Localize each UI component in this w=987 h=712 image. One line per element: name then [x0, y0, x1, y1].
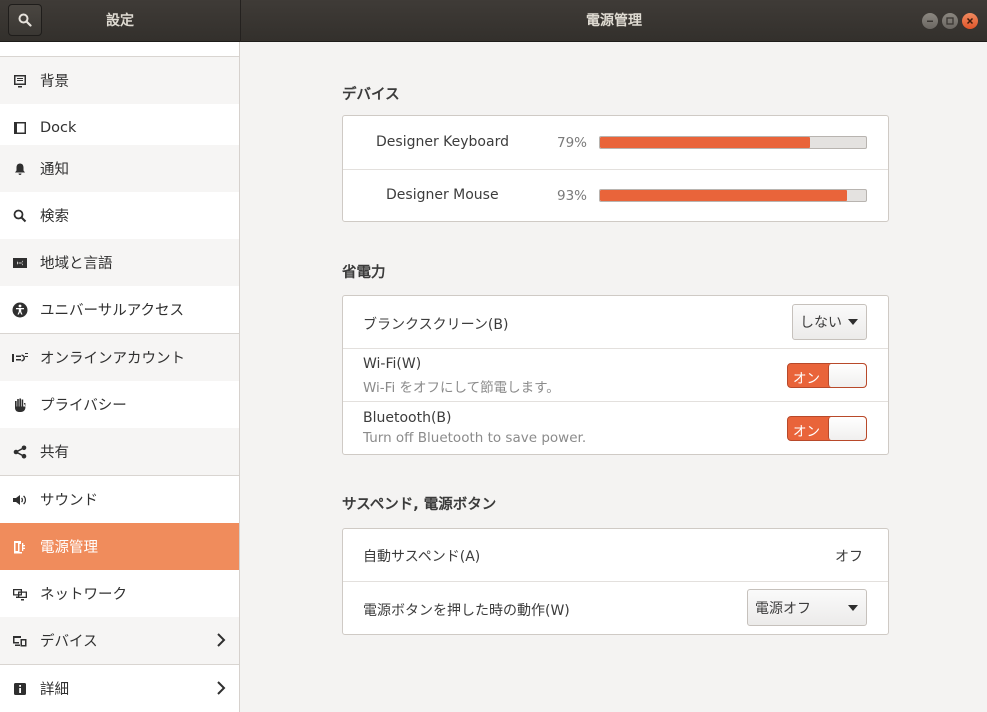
- sidebar-item-label: 背景: [40, 74, 69, 90]
- region-icon: [11, 254, 29, 272]
- sidebar-item-details[interactable]: 詳細: [0, 665, 239, 712]
- privacy-hand-icon: [11, 396, 29, 414]
- network-icon: [11, 585, 29, 603]
- online-accounts-icon: [11, 349, 29, 367]
- minimize-icon: [927, 20, 933, 22]
- dropdown-arrow-icon: [848, 319, 858, 325]
- power-saving-section-title: 省電力: [342, 265, 386, 281]
- sidebar-item-sharing[interactable]: 共有: [0, 428, 239, 475]
- battery-level-fill: [600, 137, 811, 148]
- sidebar-item-network[interactable]: ネットワーク: [0, 570, 239, 617]
- info-icon: [11, 680, 29, 698]
- title-bar: 設定 電源管理: [0, 0, 987, 42]
- sidebar-item-label: ネットワーク: [40, 587, 127, 603]
- power-saving-panel: ブランクスクリーン(B) しない Wi-Fi(W) Wi-Fi をオフにして節電…: [342, 295, 889, 455]
- sidebar-item-label: Dock: [40, 119, 77, 136]
- toggle-on-label: オン: [793, 371, 820, 387]
- dock-icon: [11, 119, 29, 137]
- battery-level-bar: [599, 136, 867, 149]
- sidebar-item-partial[interactable]: [0, 42, 239, 55]
- window-title: 電源管理: [586, 13, 642, 29]
- sidebar-item-label: プライバシー: [40, 398, 127, 414]
- devices-section-title: デバイス: [342, 87, 400, 103]
- sidebar-item-region-language[interactable]: 地域と言語: [0, 239, 239, 286]
- row-separator: [343, 581, 888, 582]
- battery-level-fill: [600, 190, 848, 201]
- bluetooth-power-toggle[interactable]: オン: [787, 416, 867, 441]
- power-button-action-value: 電源オフ: [755, 600, 811, 617]
- row-separator: [343, 401, 888, 402]
- devices-panel: Designer Keyboard 79% Designer Mouse 93%: [342, 115, 889, 222]
- wifi-description: Wi-Fi をオフにして節電します。: [363, 380, 560, 396]
- row-separator: [343, 169, 888, 170]
- sidebar-item-privacy[interactable]: プライバシー: [0, 381, 239, 428]
- sidebar: 背景 Dock 通知 検索 地域と言語 ユニバーサルアクセス オンラインアカウン…: [0, 42, 240, 712]
- sidebar-item-label: サウンド: [40, 493, 98, 509]
- power-button-action-dropdown[interactable]: 電源オフ: [747, 589, 867, 626]
- devices-icon: [11, 632, 29, 650]
- sidebar-item-label: 詳細: [40, 682, 69, 698]
- sidebar-item-devices[interactable]: デバイス: [0, 617, 239, 664]
- auto-suspend-label: 自動サスペンド(A): [363, 549, 481, 565]
- device-percent: 93%: [557, 188, 588, 204]
- sidebar-item-power[interactable]: 電源管理: [0, 523, 239, 570]
- battery-level-bar: [599, 189, 867, 202]
- toggle-knob: [828, 417, 866, 440]
- search-icon: [11, 207, 29, 225]
- auto-suspend-value: オフ: [835, 549, 863, 565]
- device-name: Designer Keyboard: [376, 134, 509, 150]
- bluetooth-description: Turn off Bluetooth to save power.: [363, 430, 587, 446]
- sidebar-item-label: デバイス: [40, 634, 98, 650]
- sidebar-item-background[interactable]: 背景: [0, 57, 239, 104]
- dropdown-arrow-icon: [848, 604, 858, 611]
- sidebar-item-label: 通知: [40, 162, 69, 178]
- sidebar-item-notifications[interactable]: 通知: [0, 145, 239, 192]
- sidebar-item-search[interactable]: 検索: [0, 192, 239, 239]
- close-button[interactable]: [962, 13, 978, 29]
- sidebar-item-label: オンラインアカウント: [40, 351, 185, 367]
- bell-icon: [11, 160, 29, 178]
- wifi-power-toggle[interactable]: オン: [787, 363, 867, 388]
- row-separator: [343, 348, 888, 349]
- blank-screen-dropdown[interactable]: しない: [792, 304, 867, 340]
- maximize-icon: [946, 17, 954, 25]
- close-icon: [966, 17, 974, 25]
- minimize-button[interactable]: [922, 13, 938, 29]
- chevron-right-icon: [217, 681, 226, 695]
- chevron-right-icon: [217, 633, 226, 647]
- accessibility-icon: [11, 301, 29, 319]
- blank-screen-label: ブランクスクリーン(B): [363, 317, 509, 333]
- background-icon: [11, 72, 29, 90]
- sidebar-item-online-accounts[interactable]: オンラインアカウント: [0, 334, 239, 381]
- toggle-knob: [828, 364, 866, 387]
- sidebar-title: 設定: [106, 13, 134, 29]
- speaker-icon: [11, 491, 29, 509]
- power-button-action-label: 電源ボタンを押した時の動作(W): [363, 603, 570, 619]
- sidebar-item-label: 検索: [40, 209, 69, 225]
- sidebar-item-label: 共有: [40, 445, 69, 461]
- blank-screen-value: しない: [800, 315, 842, 331]
- sidebar-item-dock[interactable]: Dock: [0, 104, 239, 151]
- suspend-panel: 自動サスペンド(A) オフ 電源ボタンを押した時の動作(W) 電源オフ: [342, 528, 889, 635]
- suspend-section-title: サスペンド, 電源ボタン: [342, 497, 497, 513]
- sidebar-item-label: 地域と言語: [40, 256, 113, 272]
- device-percent: 79%: [557, 135, 588, 151]
- sidebar-item-sound[interactable]: サウンド: [0, 476, 239, 523]
- share-icon: [11, 443, 29, 461]
- toggle-on-label: オン: [793, 424, 820, 440]
- bluetooth-label: Bluetooth(B): [363, 410, 452, 426]
- device-name: Designer Mouse: [386, 187, 499, 203]
- maximize-button[interactable]: [942, 13, 958, 29]
- sidebar-item-label: 電源管理: [40, 540, 98, 556]
- power-icon: [11, 538, 29, 556]
- wifi-label: Wi-Fi(W): [363, 356, 422, 372]
- sidebar-item-universal-access[interactable]: ユニバーサルアクセス: [0, 286, 239, 333]
- sidebar-item-label: ユニバーサルアクセス: [40, 303, 184, 319]
